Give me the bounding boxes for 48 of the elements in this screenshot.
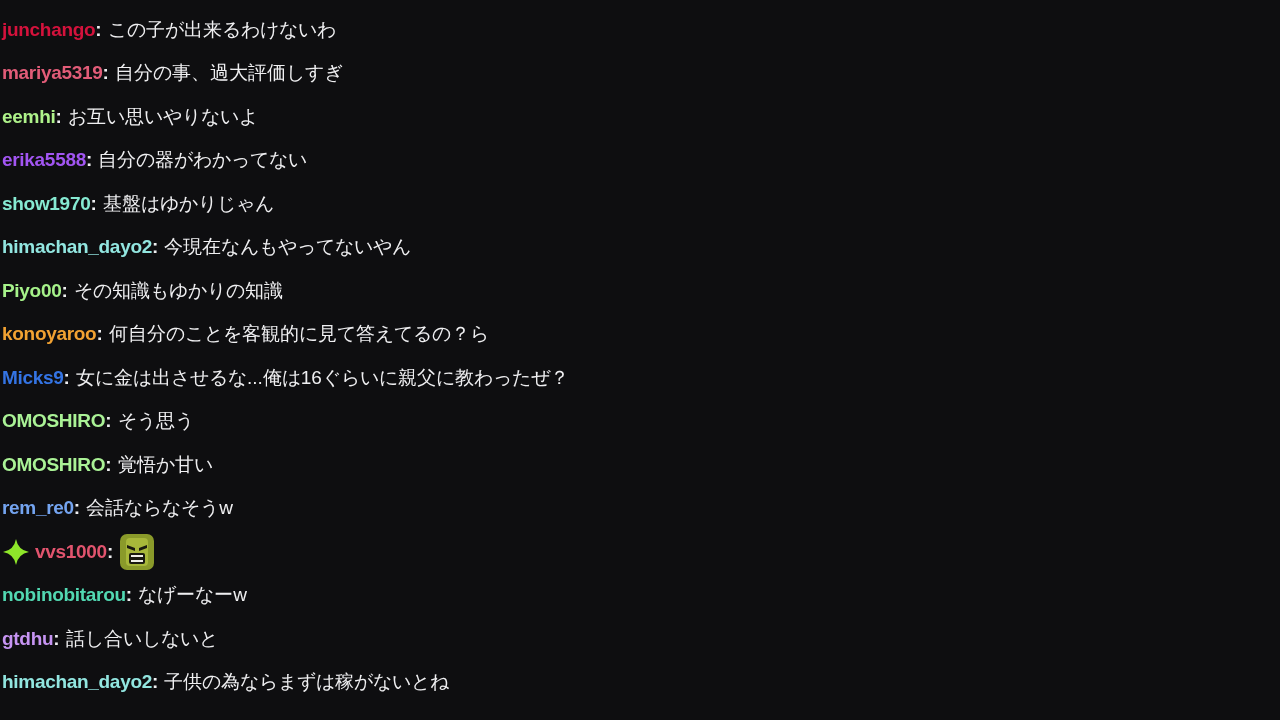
username[interactable]: gtdhu	[2, 627, 54, 650]
colon: :	[63, 366, 70, 389]
colon: :	[106, 540, 114, 563]
username[interactable]: OMOSHIRO	[2, 410, 106, 433]
colon: :	[102, 62, 109, 85]
username[interactable]: vvs1000	[35, 540, 107, 563]
angry-face-emote-icon	[119, 532, 156, 571]
chat-message: なげーなーw	[138, 583, 247, 608]
colon: :	[85, 149, 93, 172]
colon: :	[152, 236, 159, 259]
colon: :	[105, 410, 112, 433]
colon: :	[96, 323, 103, 346]
username[interactable]: eemhi	[2, 105, 56, 128]
chat-message: 自分の器がわかってない	[98, 148, 308, 173]
chat-message: その知識もゆかりの知識	[73, 278, 283, 303]
chat-message: そう思う	[117, 409, 194, 434]
username[interactable]: rem_re0	[2, 497, 74, 520]
chat-message: 女に金は出させるな...俺は16ぐらいに親父に教わったぜ？	[75, 365, 569, 390]
colon: :	[73, 497, 81, 520]
chat-message: 話し合いしないと	[65, 626, 218, 651]
username[interactable]: OMOSHIRO	[2, 453, 106, 476]
username[interactable]: konoyaroo	[2, 323, 97, 346]
colon: :	[125, 584, 133, 607]
username[interactable]: Piyo00	[2, 279, 62, 302]
colon: :	[61, 279, 68, 302]
username[interactable]: himachan_dayo2	[2, 236, 152, 259]
chat-message: 子供の為ならまずは稼がないとね	[164, 670, 450, 695]
colon: :	[53, 627, 60, 650]
colon: :	[95, 18, 102, 41]
chat-message: 基盤はゆかりじゃん	[102, 191, 274, 216]
chat-message: 会話ならなそうw	[86, 496, 233, 521]
chat-message: 何自分のことを客観的に見て答えてるの？ら	[108, 322, 489, 347]
chat-message: 自分の事、過大評価しすぎ	[114, 61, 343, 86]
username[interactable]: mariya5319	[2, 62, 103, 85]
chat-message: お互い思いやりないよ	[67, 104, 258, 129]
username[interactable]: nobinobitarou	[2, 584, 126, 607]
username[interactable]: show1970	[2, 192, 91, 215]
colon: :	[152, 671, 159, 694]
username[interactable]: himachan_dayo2	[2, 671, 152, 694]
chat-message: 今現在なんもやってないやん	[164, 235, 412, 260]
username[interactable]: Micks9	[2, 366, 64, 389]
colon: :	[55, 105, 62, 128]
chat-message: 覚悟か甘い	[117, 452, 213, 477]
username[interactable]: erika5588	[2, 149, 86, 172]
colon: :	[90, 192, 97, 215]
colon: :	[105, 453, 112, 476]
chat-message: この子が出来るわけないわ	[107, 17, 336, 42]
username[interactable]: junchango	[2, 18, 96, 41]
